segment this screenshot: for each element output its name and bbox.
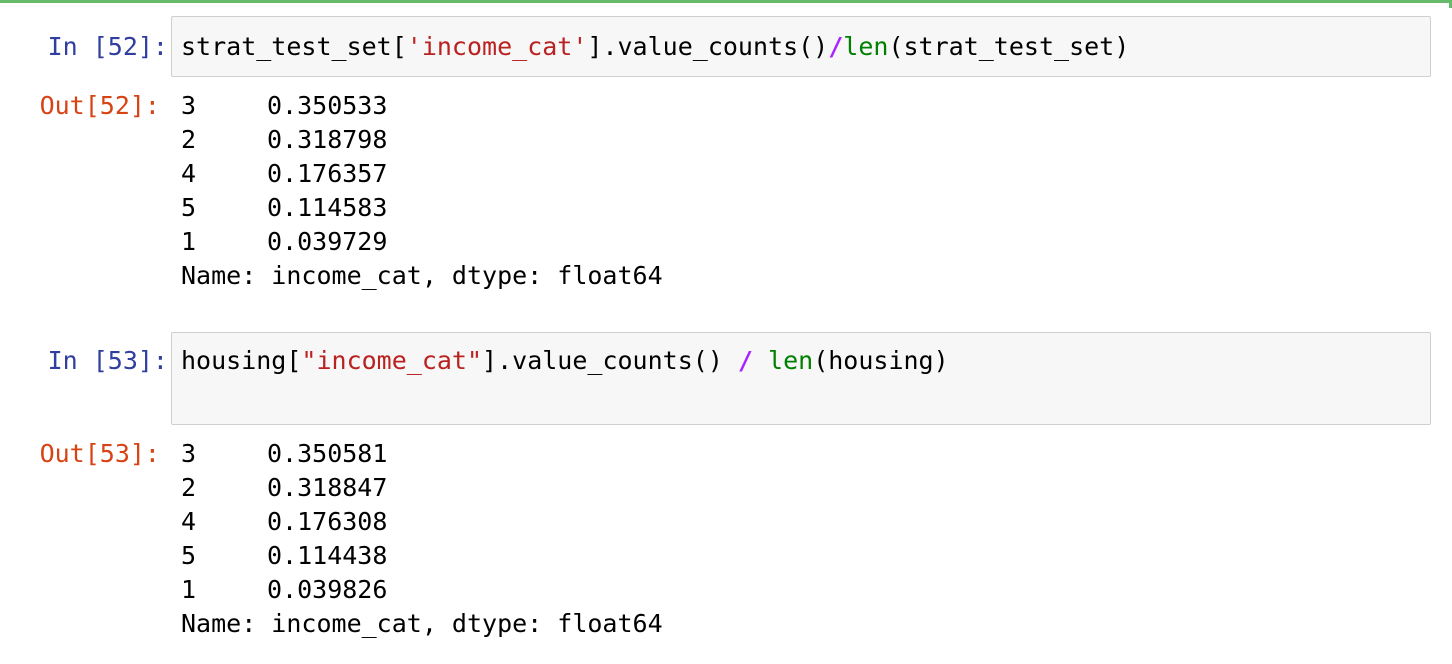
output-value: 0.039826 [267, 575, 388, 604]
output-row: 3 0.350533 [181, 89, 663, 123]
input-prompt: In [52]: [47, 32, 168, 61]
output-footer: Name: income_cat, dtype: float64 [181, 261, 663, 290]
output-index: 5 [181, 193, 197, 222]
output-index: 4 [181, 507, 197, 536]
code-text: housing[ [181, 346, 302, 375]
output-value: 0.176308 [267, 507, 388, 536]
output-index: 3 [181, 439, 197, 468]
code-operator: / [737, 346, 753, 375]
output-row: 5 0.114438 [181, 539, 663, 573]
output-index: 1 [181, 227, 197, 256]
output-row: 2 0.318798 [181, 123, 663, 157]
output-value: 0.039729 [267, 227, 388, 256]
output-row: 4 0.176308 [181, 505, 663, 539]
cell-output: 3 0.350581 2 0.318847 4 0.176308 5 0.114438 … [181, 437, 663, 641]
code-text: ].value_counts() [587, 32, 829, 61]
output-row: 1 0.039826 [181, 573, 663, 607]
output-index: 2 [181, 125, 197, 154]
code-input-area[interactable]: housing["income_cat"].value_counts() / l… [171, 332, 1431, 425]
cell-output: 3 0.350533 2 0.318798 4 0.176357 5 0.114583 … [181, 89, 663, 293]
output-value: 0.114583 [267, 193, 388, 222]
code-line: strat_test_set['income_cat'].value_count… [181, 30, 1129, 64]
code-string: "income_cat" [301, 346, 483, 375]
output-row: 2 0.318847 [181, 471, 663, 505]
code-builtin: len [843, 32, 889, 61]
code-text: ].value_counts() [482, 346, 738, 375]
code-line: housing["income_cat"].value_counts() / l… [181, 344, 949, 378]
output-row: 5 0.114583 [181, 191, 663, 225]
output-value: 0.176357 [267, 159, 388, 188]
output-prompt: Out[52]: [39, 91, 160, 120]
output-value: 0.318798 [267, 125, 388, 154]
code-text: strat_test_set[ [181, 32, 407, 61]
input-prompt: In [53]: [47, 346, 168, 375]
output-value: 0.318847 [267, 473, 388, 502]
output-value: 0.350581 [267, 439, 388, 468]
output-index: 1 [181, 575, 197, 604]
code-builtin: len [768, 346, 814, 375]
output-index: 5 [181, 541, 197, 570]
code-text: (strat_test_set) [888, 32, 1130, 61]
output-row: 4 0.176357 [181, 157, 663, 191]
output-index: 4 [181, 159, 197, 188]
output-row: 1 0.039729 [181, 225, 663, 259]
code-operator: / [828, 32, 844, 61]
output-prompt: Out[53]: [39, 439, 160, 468]
output-index: 2 [181, 473, 197, 502]
output-value: 0.350533 [267, 91, 388, 120]
code-string: 'income_cat' [406, 32, 588, 61]
output-row: 3 0.350581 [181, 437, 663, 471]
output-value: 0.114438 [267, 541, 388, 570]
output-footer: Name: income_cat, dtype: float64 [181, 609, 663, 638]
output-index: 3 [181, 91, 197, 120]
code-text: (housing) [813, 346, 949, 375]
selected-cell-border [0, 0, 1452, 3]
code-input-area[interactable]: strat_test_set['income_cat'].value_count… [171, 16, 1431, 77]
